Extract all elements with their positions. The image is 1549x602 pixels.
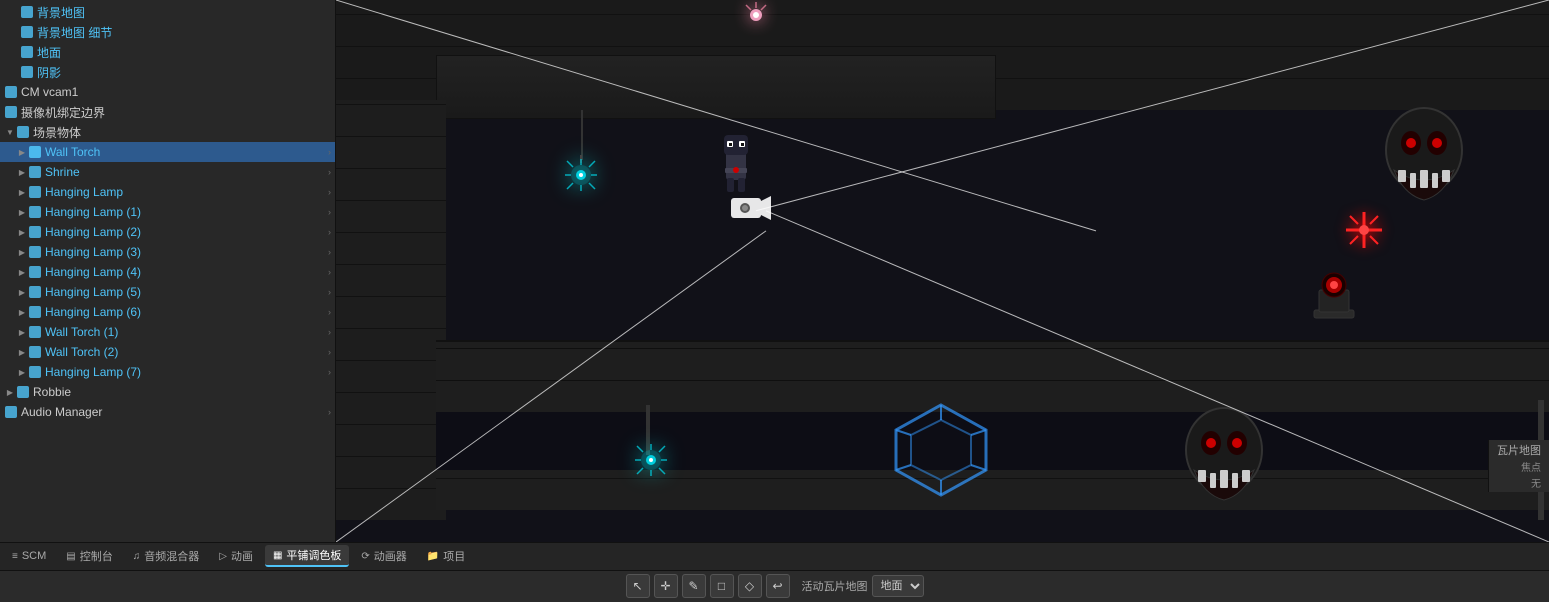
sidebar-item-camera-bound[interactable]: 摄像机绑定边界 bbox=[0, 102, 335, 122]
unity-logo bbox=[891, 400, 991, 503]
focus-label: 焦点 bbox=[1521, 459, 1541, 474]
tab-audio-mixer[interactable]: ♫ 音频混合器 bbox=[125, 545, 208, 567]
focus-value: 无 bbox=[1531, 475, 1541, 490]
tool-paint-button[interactable]: ✎ bbox=[682, 574, 706, 598]
game-scene: 瓦片地图 焦点 无 bbox=[336, 0, 1549, 542]
sidebar-item-bg-tilemap[interactable]: 背景地图 bbox=[0, 2, 335, 22]
torch-top bbox=[741, 0, 771, 30]
sidebar-item-hanging-lamp-6[interactable]: ▶ Hanging Lamp (6) › bbox=[0, 302, 335, 322]
project-icon: 📁 bbox=[427, 551, 439, 562]
enemy-cross bbox=[1344, 210, 1384, 250]
hanging-lamp-left bbox=[561, 155, 601, 195]
tool-rect-button[interactable]: □ bbox=[710, 574, 734, 598]
monster-face-lower bbox=[1184, 405, 1264, 508]
scm-icon: ≡ bbox=[12, 551, 18, 562]
animation-icon: ▷ bbox=[219, 551, 227, 562]
active-tilemap-select[interactable]: 地面 bbox=[872, 575, 924, 597]
tool-move-button[interactable]: ✛ bbox=[654, 574, 678, 598]
sidebar-item-cm-vcam1[interactable]: CM vcam1 bbox=[0, 82, 335, 102]
audio-icon: ♫ bbox=[133, 551, 141, 562]
sidebar-item-hanging-lamp-7[interactable]: ▶ Hanging Lamp (7) › bbox=[0, 362, 335, 382]
tab-console[interactable]: ▤ 控制台 bbox=[58, 545, 120, 567]
sidebar: 背景地图 背景地图 细节 地面 阴影 CM vcam1 摄像机绑定边界 bbox=[0, 0, 336, 542]
sidebar-item-shadow[interactable]: 阴影 bbox=[0, 62, 335, 82]
sidebar-item-hanging-lamp-2[interactable]: ▶ Hanging Lamp (2) › bbox=[0, 222, 335, 242]
tab-project[interactable]: 📁 项目 bbox=[419, 545, 473, 567]
game-viewport[interactable]: 瓦片地图 焦点 无 bbox=[336, 0, 1549, 542]
sidebar-item-shrine[interactable]: ▶ Shrine › bbox=[0, 162, 335, 182]
sidebar-item-hanging-lamp-4[interactable]: ▶ Hanging Lamp (4) › bbox=[0, 262, 335, 282]
tool-erase-button[interactable]: ↩ bbox=[766, 574, 790, 598]
sidebar-item-hanging-lamp-1[interactable]: ▶ Hanging Lamp (1) › bbox=[0, 202, 335, 222]
sidebar-item-hanging-lamp-5[interactable]: ▶ Hanging Lamp (5) › bbox=[0, 282, 335, 302]
tool-select-button[interactable]: ↖ bbox=[626, 574, 650, 598]
tilemap-label: 瓦片地图 bbox=[1497, 442, 1541, 458]
sidebar-item-wall-torch-1[interactable]: ▶ Wall Torch (1) › bbox=[0, 322, 335, 342]
sidebar-item-audio-manager[interactable]: Audio Manager › bbox=[0, 402, 335, 422]
sidebar-item-hanging-lamp-3[interactable]: ▶ Hanging Lamp (3) › bbox=[0, 242, 335, 262]
camera-indicator bbox=[731, 193, 771, 226]
sidebar-item-robbie[interactable]: ▶ Robbie bbox=[0, 382, 335, 402]
monster-face-top bbox=[1384, 105, 1464, 208]
sidebar-item-ground[interactable]: 地面 bbox=[0, 42, 335, 62]
shrine-pedestal bbox=[1304, 270, 1364, 343]
tab-scm[interactable]: ≡ SCM bbox=[4, 545, 54, 567]
animator-icon: ⟳ bbox=[361, 551, 369, 562]
main-area: 背景地图 背景地图 细节 地面 阴影 CM vcam1 摄像机绑定边界 bbox=[0, 0, 1549, 542]
sidebar-item-hanging-lamp[interactable]: ▶ Hanging Lamp › bbox=[0, 182, 335, 202]
tab-animation[interactable]: ▷ 动画 bbox=[211, 545, 261, 567]
bottom-right-info: 瓦片地图 焦点 无 bbox=[1488, 440, 1549, 492]
sidebar-item-wall-torch[interactable]: ▶ Wall Torch › bbox=[0, 142, 335, 162]
sidebar-item-bg-detail[interactable]: 背景地图 细节 bbox=[0, 22, 335, 42]
console-icon: ▤ bbox=[66, 551, 75, 562]
sidebar-item-wall-torch-2[interactable]: ▶ Wall Torch (2) › bbox=[0, 342, 335, 362]
tab-animator[interactable]: ⟳ 动画器 bbox=[353, 545, 414, 567]
hanging-lamp-lower bbox=[631, 440, 671, 480]
bottom-toolbar: ≡ SCM ▤ 控制台 ♫ 音频混合器 ▷ 动画 ▦ 平铺调色板 ⟳ 动画器 📁… bbox=[0, 542, 1549, 602]
character-robbie bbox=[711, 130, 761, 200]
active-tilemap-label: 活动瓦片地图 bbox=[802, 578, 868, 594]
tool-pick-button[interactable]: ◇ bbox=[738, 574, 762, 598]
sidebar-item-scene-objects[interactable]: ▼ 场景物体 bbox=[0, 122, 335, 142]
tab-bar: ≡ SCM ▤ 控制台 ♫ 音频混合器 ▷ 动画 ▦ 平铺调色板 ⟳ 动画器 📁… bbox=[0, 543, 1549, 571]
tab-tile-palette[interactable]: ▦ 平铺调色板 bbox=[265, 545, 349, 567]
palette-icon: ▦ bbox=[273, 550, 282, 561]
tools-row: ↖ ✛ ✎ □ ◇ ↩ 活动瓦片地图 地面 bbox=[0, 571, 1549, 602]
